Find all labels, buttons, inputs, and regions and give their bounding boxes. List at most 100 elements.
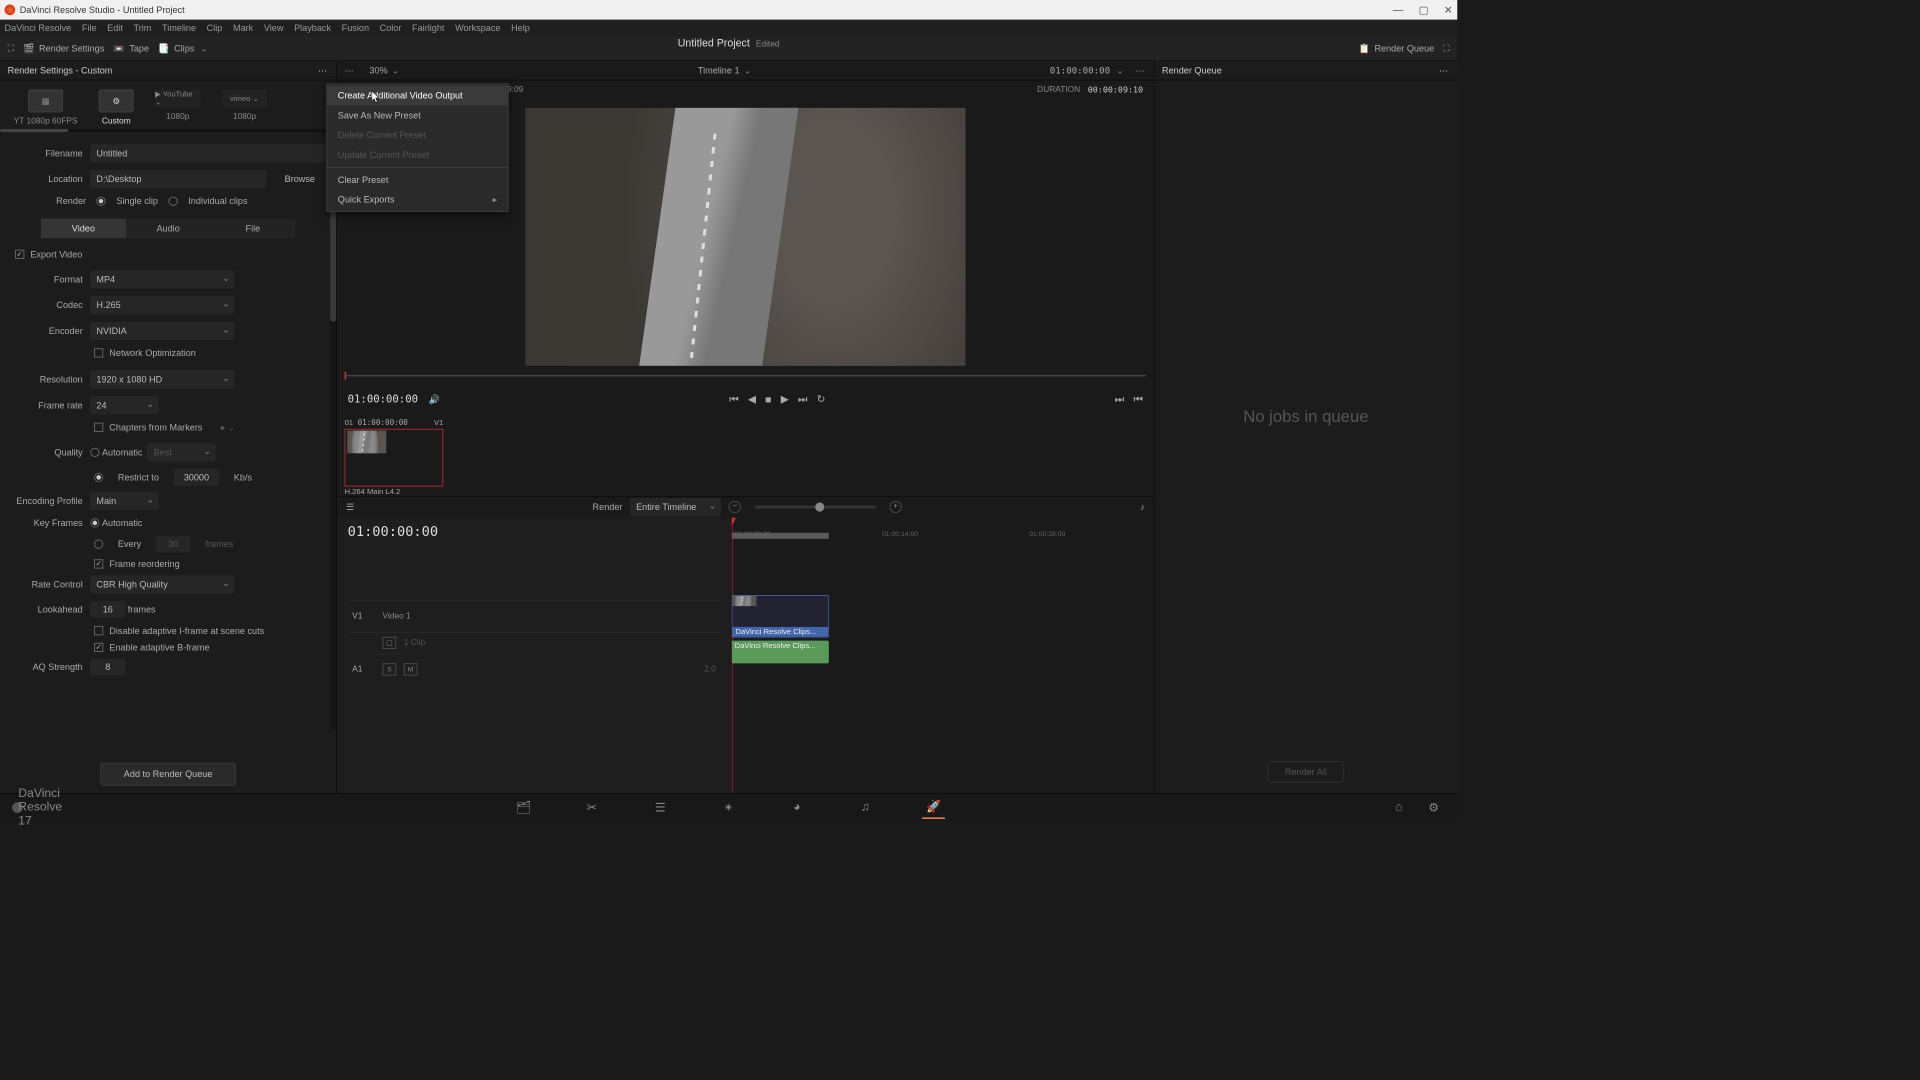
ctx-save-preset[interactable]: Save As New Preset (327, 106, 508, 126)
ctx-clear-preset[interactable]: Clear Preset (327, 170, 508, 190)
preset-custom[interactable]: ⚙Custom (99, 90, 134, 126)
page-cut[interactable]: ✂ (581, 796, 604, 819)
tab-video[interactable]: Video (41, 219, 126, 239)
clips-tab[interactable]: 📑Clips (158, 43, 208, 54)
preset-vimeo[interactable]: vimeo ⌄1080p (222, 90, 268, 122)
aq-input[interactable] (90, 659, 125, 676)
encprof-select[interactable] (90, 492, 158, 510)
frame-reorder-check[interactable] (94, 559, 103, 568)
go-end-button[interactable]: ⏭ (798, 392, 808, 405)
audio-waveform-icon[interactable]: ♪ (1140, 502, 1145, 513)
menu-item[interactable]: Timeline (162, 23, 196, 34)
page-edit[interactable]: ☰ (649, 796, 672, 819)
panel-options-button[interactable]: ⋯ (318, 65, 329, 76)
loop-button[interactable]: ↻ (817, 392, 826, 405)
render-range-select[interactable] (630, 498, 721, 516)
volume-icon[interactable]: 🔊 (429, 394, 440, 405)
source-timecode[interactable]: 01:00:00:00 (1050, 65, 1110, 76)
page-deliver[interactable]: 🚀 (922, 796, 945, 819)
settings-button[interactable]: ⚙ (1422, 796, 1445, 819)
step-back-button[interactable]: ◀ (748, 392, 756, 405)
page-media[interactable]: 🗂 (512, 796, 535, 819)
next-clip-button[interactable]: ⏭ (1115, 392, 1125, 405)
home-button[interactable]: ⌂ (1387, 796, 1410, 819)
chapters-check[interactable] (94, 423, 103, 432)
preset-yt1080p60[interactable]: ▦YT 1080p 60FPS (14, 90, 78, 126)
zoom-in-button[interactable]: + (890, 501, 902, 513)
transport-timecode[interactable]: 01:00:00:00 (348, 393, 418, 405)
zoom-out-button[interactable]: − (729, 501, 741, 513)
close-button[interactable]: ✕ (1444, 3, 1453, 16)
menu-item[interactable]: Fairlight (412, 23, 444, 34)
queue-options-button[interactable]: ⋯ (1439, 65, 1450, 76)
page-fairlight[interactable]: ♫ (854, 796, 877, 819)
stop-button[interactable]: ■ (765, 393, 771, 405)
menu-item[interactable]: Mark (233, 23, 253, 34)
page-fusion[interactable]: ✴ (717, 796, 740, 819)
disable-iframe-check[interactable] (94, 626, 103, 635)
maximize-button[interactable]: ▢ (1419, 3, 1429, 16)
minimize-button[interactable]: — (1393, 3, 1404, 16)
timeline-timecode[interactable]: 01:00:00:00 (348, 523, 721, 539)
tab-file[interactable]: File (211, 219, 296, 239)
tab-audio[interactable]: Audio (126, 219, 211, 239)
render-queue-tab[interactable]: 📋Render Queue (1359, 43, 1435, 54)
viewer-options2-button[interactable]: ⋯ (1135, 65, 1146, 76)
resolution-select[interactable] (90, 370, 234, 388)
play-button[interactable]: ▶ (781, 392, 789, 405)
encoder-select[interactable] (90, 322, 234, 340)
menu-item[interactable]: Trim (133, 23, 151, 34)
menu-item[interactable]: Edit (107, 23, 123, 34)
timeline-ruler[interactable]: 01:00:00:00 01:00:14:00 01:00:28:00 01:0… (732, 517, 1154, 540)
tape-tab[interactable]: 📼Tape (113, 43, 149, 54)
viewer-zoom[interactable]: 30% (369, 65, 399, 76)
viewer-options-button[interactable]: ⋯ (345, 65, 356, 76)
lookahead-input[interactable] (90, 601, 125, 618)
expand-button[interactable]: ⛶ (8, 43, 14, 54)
ratecontrol-select[interactable] (90, 575, 234, 593)
viewer-scrubber[interactable] (337, 375, 1154, 386)
ctx-create-additional[interactable]: Create Additional Video Output (327, 86, 508, 106)
single-clip-radio[interactable] (97, 197, 106, 206)
settings-scrollbar[interactable] (330, 155, 336, 730)
menu-item[interactable]: Workspace (455, 23, 500, 34)
codec-select[interactable] (90, 296, 234, 314)
framerate-select[interactable] (90, 396, 158, 414)
browse-button[interactable]: Browse (274, 170, 326, 188)
ctx-quick-exports[interactable]: Quick Exports▸ (327, 190, 508, 210)
format-select[interactable] (90, 270, 234, 288)
menu-item[interactable]: Fusion (342, 23, 369, 34)
add-to-queue-button[interactable]: Add to Render Queue (100, 763, 236, 786)
kf-every-radio[interactable] (94, 540, 103, 549)
location-input[interactable] (90, 170, 266, 188)
render-all-button[interactable]: Render All (1267, 761, 1344, 782)
prev-clip-button[interactable]: ⏮ (1133, 392, 1143, 405)
menu-item[interactable]: Playback (294, 23, 331, 34)
audio-track-header[interactable]: A1SM 2.0 (348, 653, 721, 685)
clip-thumbnail[interactable]: 0101:00:00:00V1 H.264 Main L4.2 (345, 417, 444, 491)
export-video-check[interactable] (15, 250, 24, 259)
page-color[interactable]: ◕ (786, 796, 809, 819)
enable-bframe-check[interactable] (94, 643, 103, 652)
preset-youtube[interactable]: ▶ YouTube ⌄1080p (155, 90, 201, 122)
zoom-slider[interactable] (754, 505, 875, 508)
menu-item[interactable]: File (82, 23, 97, 34)
audio-clip[interactable]: DaVinci Resolve Clips... (732, 640, 829, 663)
quality-auto-radio[interactable] (90, 448, 99, 457)
video-track-header[interactable]: V1Video 1 (348, 600, 721, 632)
video-track-sub[interactable]: ▢1 Clip (348, 632, 721, 653)
menu-item[interactable]: Clip (207, 23, 223, 34)
kf-auto-radio[interactable] (90, 518, 99, 527)
video-clip[interactable]: DaVinci Resolve Clips... (732, 595, 829, 638)
menu-item[interactable]: View (264, 23, 284, 34)
go-start-button[interactable]: ⏮ (729, 392, 739, 405)
expand-right-button[interactable]: ⛶ (1443, 43, 1449, 54)
individual-clips-radio[interactable] (169, 197, 178, 206)
timeline-view-icon[interactable]: ☰ (346, 502, 354, 513)
menu-item[interactable]: Color (380, 23, 402, 34)
network-opt-check[interactable] (94, 348, 103, 357)
render-settings-tab[interactable]: 🎬Render Settings (23, 43, 104, 54)
menu-item[interactable]: Help (511, 23, 530, 34)
bitrate-input[interactable] (174, 469, 220, 486)
filename-input[interactable] (90, 144, 325, 162)
